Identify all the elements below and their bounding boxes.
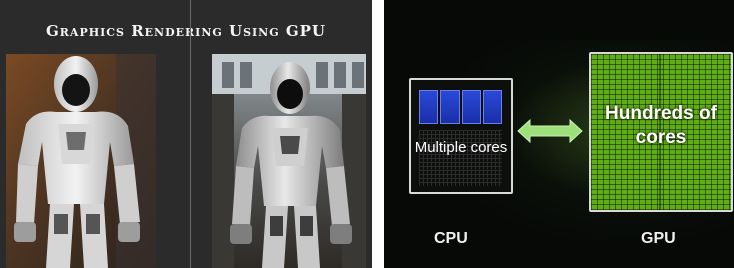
panel-divider xyxy=(190,0,191,268)
cpu-core xyxy=(419,90,439,124)
cpu-core xyxy=(461,90,481,124)
render-image-right xyxy=(212,54,366,268)
cpu-core xyxy=(440,90,460,124)
cpu-inner-label: Multiple cores xyxy=(414,139,508,156)
render-image-left xyxy=(6,54,156,268)
cpu-chip: Multiple cores xyxy=(409,78,513,194)
gpu-inner-label: Hundreds of cores xyxy=(605,103,717,148)
double-arrow-icon xyxy=(517,118,583,144)
panel-title: Graphics Rendering Using GPU xyxy=(45,22,326,40)
cpu-core-array xyxy=(419,90,502,124)
cpu-vs-gpu-panel: Multiple cores Hundreds of cores CPU GPU xyxy=(384,0,734,268)
gpu-rendering-panel: Graphics Rendering Using GPU xyxy=(0,0,372,268)
cpu-caption: CPU xyxy=(434,230,468,247)
gpu-chip: Hundreds of cores xyxy=(589,52,733,212)
cpu-core xyxy=(482,90,502,124)
gpu-caption: GPU xyxy=(641,230,676,247)
